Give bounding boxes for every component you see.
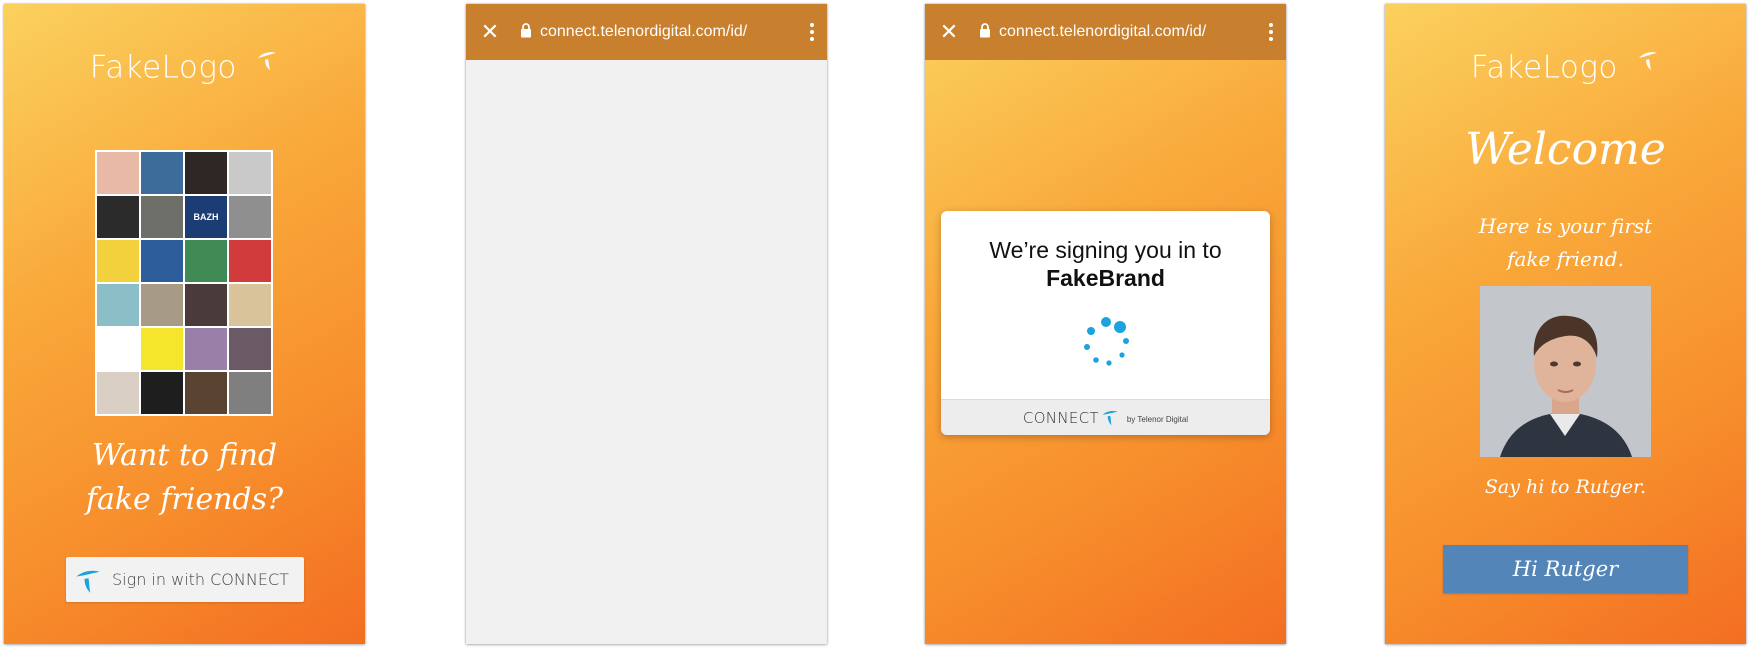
avatar-tile — [229, 284, 271, 326]
overflow-menu-icon[interactable] — [797, 23, 827, 41]
signin-message: We’re signing you in to — [989, 237, 1222, 263]
avatar-tile — [229, 196, 271, 238]
subtitle-line-2: fake friend. — [1507, 247, 1624, 271]
avatar-tile — [97, 240, 139, 282]
say-hi-text: Say hi to Rutger. — [1484, 476, 1647, 498]
connect-brand: CONNECT — [1022, 408, 1099, 427]
avatar-tile — [229, 372, 271, 414]
avatar-tile — [97, 284, 139, 326]
avatar-tile — [97, 196, 139, 238]
screen-welcome: FakeLogo Welcome Here is your first fake… — [1385, 4, 1746, 644]
headline-line-2: fake friends? — [85, 482, 284, 517]
avatar-tile — [185, 372, 227, 414]
telenor-digital-label: by Telenor Digital — [1126, 415, 1189, 424]
welcome-heading: Welcome — [1465, 124, 1666, 175]
avatar-tile — [141, 152, 183, 194]
close-icon[interactable]: ✕ — [927, 20, 971, 45]
telenor-propeller-icon — [66, 566, 110, 594]
avatar-tile — [185, 240, 227, 282]
avatar-tile — [185, 152, 227, 194]
url-text[interactable]: connect.telenordigital.com/id/ — [999, 23, 1256, 41]
browser-toolbar: ✕ connect.telenordigital.com/id/ — [925, 4, 1286, 60]
telenor-propeller-icon — [1102, 410, 1118, 425]
lock-icon — [520, 22, 532, 42]
avatar-tile — [97, 328, 139, 370]
avatar-tile — [141, 240, 183, 282]
avatar-tile — [141, 196, 183, 238]
friend-portrait — [1480, 286, 1651, 457]
hi-rutger-button[interactable]: Hi Rutger — [1443, 545, 1688, 593]
avatar-tile-label: BAZH — [193, 212, 219, 222]
telenor-propeller-icon — [258, 51, 277, 70]
avatar-tile — [185, 284, 227, 326]
logo: FakeLogo — [1385, 48, 1746, 86]
signin-dialog: We’re signing you in to FakeBrand CONNEC… — [941, 211, 1270, 435]
hi-rutger-label: Hi Rutger — [1512, 557, 1619, 581]
avatar-tile — [185, 328, 227, 370]
avatar-tile — [141, 284, 183, 326]
lock-icon — [979, 22, 991, 42]
avatar-tile — [229, 240, 271, 282]
logo-text: FakeLogo — [1470, 49, 1618, 86]
logo: FakeLogo — [4, 48, 365, 86]
avatar-tile — [141, 372, 183, 414]
screen-browser-loading: ✕ connect.telenordigital.com/id/ — [466, 4, 827, 644]
sign-in-label: Sign in with CONNECT — [112, 570, 289, 589]
sign-in-with-connect-button[interactable]: Sign in with CONNECT — [66, 557, 304, 602]
avatar-tile — [141, 328, 183, 370]
telenor-propeller-icon — [1639, 51, 1658, 70]
subtitle-line-1: Here is your first — [1478, 214, 1653, 238]
screen-landing: FakeLogo BAZH Want to find fake friends?… — [4, 4, 365, 644]
avatar-tile — [229, 328, 271, 370]
url-text[interactable]: connect.telenordigital.com/id/ — [540, 23, 797, 41]
avatar-tile — [97, 152, 139, 194]
avatar-tile — [97, 372, 139, 414]
close-icon[interactable]: ✕ — [468, 20, 512, 45]
avatar-tile — [229, 152, 271, 194]
headline-line-1: Want to find — [91, 438, 278, 473]
overflow-menu-icon[interactable] — [1256, 23, 1286, 41]
logo-text: FakeLogo — [89, 49, 237, 86]
connect-footer: CONNECT by Telenor Digital — [941, 399, 1270, 435]
browser-toolbar: ✕ connect.telenordigital.com/id/ — [466, 4, 827, 60]
headline: Want to find fake friends? — [4, 434, 365, 522]
loading-spinner-icon — [1084, 317, 1129, 366]
avatar-tile: BAZH — [185, 196, 227, 238]
screen-signing-in: ✕ connect.telenordigital.com/id/ We’re s… — [925, 4, 1286, 644]
subtitle: Here is your first fake friend. — [1385, 210, 1746, 276]
avatar-grid: BAZH — [95, 150, 273, 416]
brand-name: FakeBrand — [1046, 265, 1165, 291]
